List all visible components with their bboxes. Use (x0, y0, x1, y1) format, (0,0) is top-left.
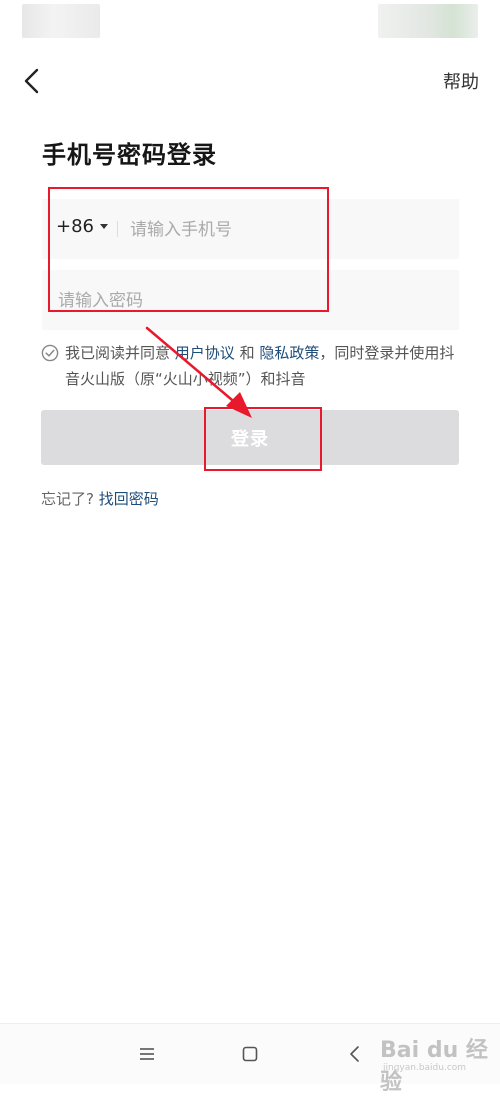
menu-icon (140, 1048, 154, 1060)
country-code-select[interactable]: +86 (56, 216, 108, 237)
phone-input[interactable] (128, 217, 452, 243)
status-bar (0, 0, 500, 44)
recover-password-link[interactable]: 找回密码 (99, 490, 159, 508)
system-nav-bar (0, 1023, 500, 1084)
forgot-password: 忘记了? 找回密码 (41, 488, 159, 509)
status-blur-right (378, 4, 478, 38)
phone-field-row: +86 (42, 199, 459, 259)
privacy-policy-link[interactable]: 隐私政策 (259, 344, 319, 362)
home-square-icon (242, 1046, 258, 1062)
menu-button[interactable] (137, 1044, 157, 1064)
agreement-text: 我已阅读并同意 用户协议 和 隐私政策，同时登录并使用抖音火山版（原“火山小视频… (65, 340, 461, 392)
check-circle-icon[interactable] (41, 344, 59, 362)
password-input[interactable] (56, 288, 450, 314)
nav-back-button[interactable] (345, 1044, 365, 1064)
agreement-and: 和 (234, 344, 260, 362)
chevron-left-icon (24, 68, 39, 94)
user-agreement-link[interactable]: 用户协议 (175, 344, 235, 362)
forgot-prefix: 忘记了? (41, 490, 99, 508)
password-field-row (42, 270, 459, 330)
country-code-value: +86 (56, 216, 94, 237)
back-icon (350, 1046, 359, 1062)
field-divider (117, 221, 118, 237)
caret-down-icon (100, 224, 108, 229)
status-blur-left (22, 4, 100, 38)
back-button[interactable] (14, 64, 48, 98)
page-title: 手机号密码登录 (42, 141, 217, 169)
login-button-label: 登录 (231, 428, 269, 450)
agreement-prefix: 我已阅读并同意 (65, 344, 175, 362)
login-button[interactable]: 登录 (41, 410, 459, 465)
help-link[interactable]: 帮助 (443, 68, 479, 94)
home-button[interactable] (240, 1044, 260, 1064)
